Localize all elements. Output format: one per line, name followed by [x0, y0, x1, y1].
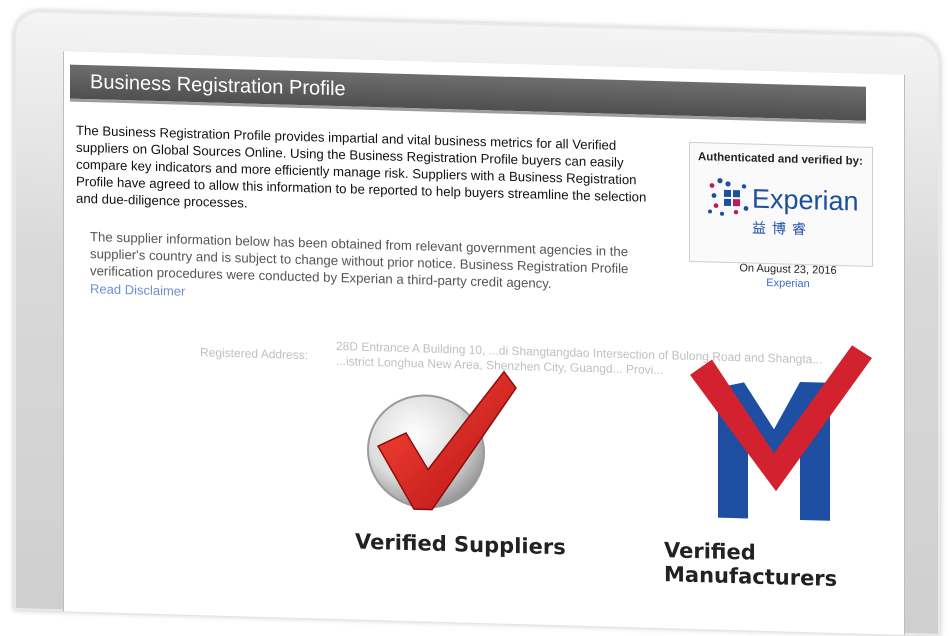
- supplier-info-paragraph: The supplier information below has been …: [90, 228, 650, 313]
- page-title: Business Registration Profile: [90, 71, 346, 101]
- verified-manufacturers-caption: Verified Manufacturers: [664, 538, 838, 591]
- monitor-bezel: Business Registration Profile The Busine…: [14, 10, 940, 636]
- experian-chinese-name: 益博睿: [752, 220, 812, 239]
- verified-supplier-check-icon: [367, 370, 517, 511]
- experian-brand-text: Experian: [752, 184, 859, 217]
- verified-suppliers-caption: Verified Suppliers: [355, 529, 566, 560]
- registered-address-label: Registered Address:: [200, 345, 309, 363]
- intro-paragraph: The Business Registration Profile provid…: [76, 122, 647, 211]
- monitor-screen: Business Registration Profile The Busine…: [63, 51, 905, 635]
- experian-link[interactable]: Experian: [697, 275, 879, 292]
- verified-manufacturer-m-icon: [690, 345, 872, 521]
- page-title-bar: Business Registration Profile: [70, 64, 866, 124]
- experian-verification-box: Authenticated and verified by: Experian …: [689, 141, 873, 267]
- verification-heading: Authenticated and verified by:: [698, 151, 863, 168]
